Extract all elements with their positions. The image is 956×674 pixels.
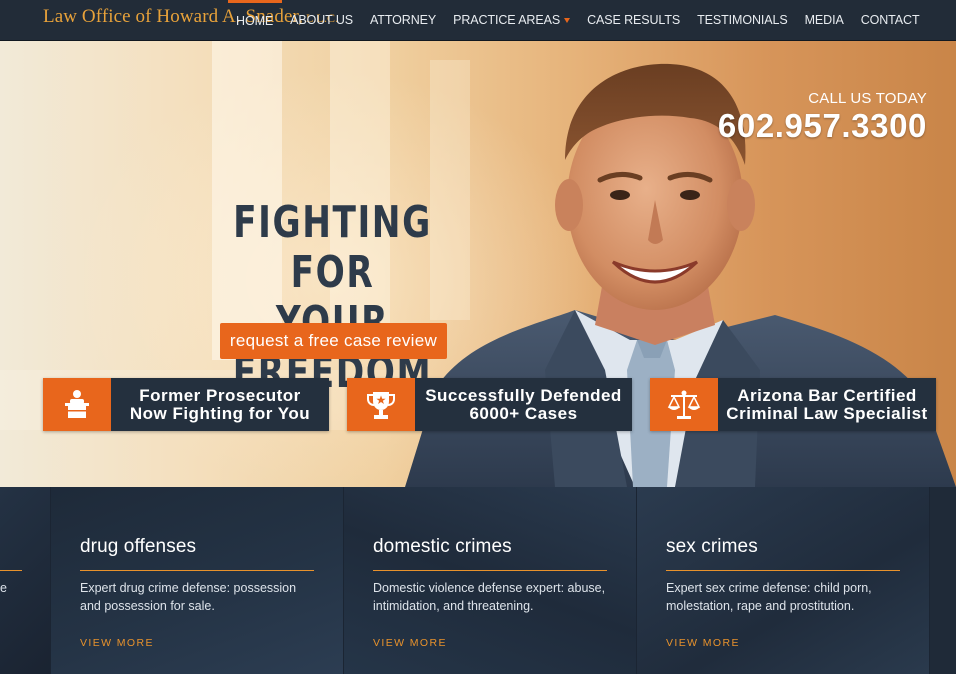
podium-icon [43, 378, 111, 431]
nav-media[interactable]: MEDIA [796, 0, 852, 40]
practice-panel-sex-crimes[interactable]: sex crimes Expert sex crime defense: chi… [637, 487, 929, 674]
view-more-link[interactable]: VIEW MORE [373, 637, 447, 649]
panel-title: sex crimes [666, 536, 758, 557]
badge-certified-specialist[interactable]: Arizona Bar Certified Criminal Law Speci… [650, 378, 936, 431]
caret-down-icon [564, 18, 571, 23]
badge-line-2: Criminal Law Specialist [726, 403, 928, 423]
nav-practice-areas-label: PRACTICE AREAS [453, 13, 561, 27]
badge-text: Arizona Bar Certified Criminal Law Speci… [718, 378, 936, 431]
practice-panel-partial[interactable]: e [0, 487, 50, 674]
nav-home[interactable]: HOME [227, 0, 282, 40]
nav-testimonials[interactable]: TESTIMONIALS [689, 0, 796, 40]
badge-line-1: Successfully Defended [425, 385, 622, 405]
panel-description: Expert sex crime defense: child porn, mo… [666, 581, 872, 613]
trophy-icon [347, 378, 415, 431]
practice-panel-domestic-crimes[interactable]: domestic crimes Domestic violence defens… [344, 487, 636, 674]
call-us-block: CALL US TODAY 602.957.3300 [718, 90, 927, 145]
scales-icon [650, 378, 718, 431]
practice-panel-edge [930, 487, 956, 674]
panel-rule [80, 570, 314, 571]
badge-line-1: Former Prosecutor [139, 385, 301, 405]
panel-description: Domestic violence defense expert: abuse,… [373, 581, 606, 613]
nav-case-results[interactable]: CASE RESULTS [579, 0, 689, 40]
hero-headline: FIGHTING FOR YOUR FREEDOM [198, 198, 467, 398]
panel-rule [373, 570, 607, 571]
view-more-link[interactable]: VIEW MORE [80, 637, 154, 649]
nav-attorney[interactable]: ATTORNEY [362, 0, 445, 40]
badge-text: Former Prosecutor Now Fighting for You [111, 378, 329, 431]
badge-former-prosecutor[interactable]: Former Prosecutor Now Fighting for You [43, 378, 329, 431]
badge-line-1: Arizona Bar Certified [737, 385, 917, 405]
nav-contact[interactable]: CONTACT [852, 0, 928, 40]
panel-title: drug offenses [80, 536, 197, 557]
practice-panel-drug-offenses[interactable]: drug offenses Expert drug crime defense:… [51, 487, 343, 674]
badge-text: Successfully Defended 6000+ Cases [415, 378, 632, 431]
panel-title: domestic crimes [373, 536, 512, 557]
nav-about-us[interactable]: ABOUT US [282, 0, 362, 40]
panel-rule [0, 570, 22, 571]
phone-number-link[interactable]: 602.957.3300 [718, 107, 927, 145]
badge-line-2: 6000+ Cases [469, 403, 578, 423]
practice-areas-section: e drug offenses Expert drug crime defens… [0, 487, 956, 674]
view-more-link[interactable]: VIEW MORE [666, 637, 740, 649]
headline-line-1: FIGHTING FOR [233, 197, 432, 298]
panel-description: Expert drug crime defense: possession an… [80, 581, 297, 613]
badge-successfully-defended[interactable]: Successfully Defended 6000+ Cases [347, 378, 632, 431]
call-us-label: CALL US TODAY [808, 90, 927, 107]
nav-practice-areas[interactable]: PRACTICE AREAS [445, 0, 579, 40]
top-navbar: Law Office of Howard A. Snader, L.L.C. HO… [0, 0, 956, 41]
main-menu: HOME ABOUT US ATTORNEY PRACTICE AREAS CA… [227, 0, 928, 40]
badge-line-2: Now Fighting for You [129, 403, 311, 423]
panel-description: e [0, 581, 7, 595]
free-case-review-button[interactable]: request a free case review [220, 323, 447, 359]
panel-rule [666, 570, 900, 571]
